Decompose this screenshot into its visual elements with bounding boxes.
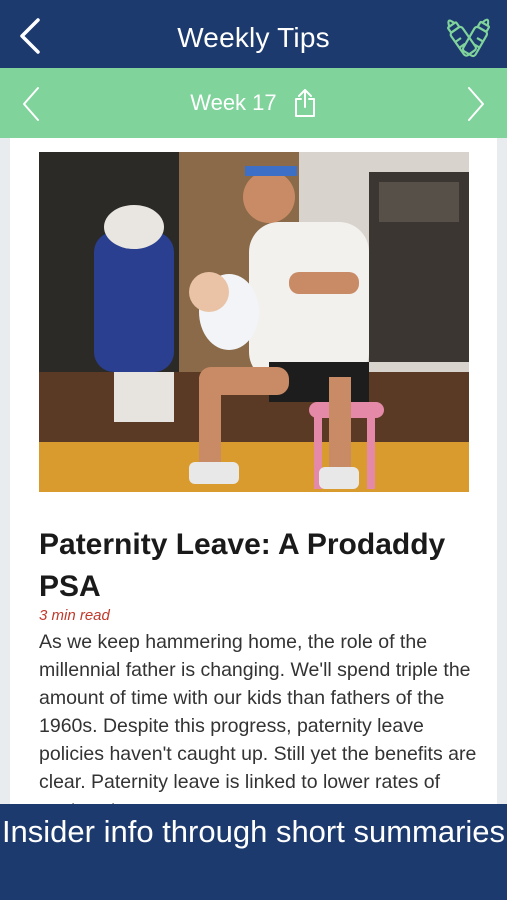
top-bar: Weekly Tips (0, 0, 507, 68)
article-photo (39, 152, 469, 492)
week-navigation-bar: Week 17 (0, 68, 507, 138)
read-time-label: 3 min read (39, 607, 110, 624)
next-week-chevron-icon[interactable] (463, 84, 489, 124)
week-label: Week 17 (190, 90, 277, 115)
promo-caption-banner: Insider info through short summaries (0, 804, 507, 900)
baby-bottles-icon[interactable] (441, 8, 495, 62)
page-title: Weekly Tips (177, 22, 330, 53)
article-title: Paternity Leave: A Prodaddy PSA (39, 528, 446, 603)
share-icon[interactable] (293, 88, 317, 118)
article-body: As we keep hammering home, the role of t… (39, 631, 477, 821)
week-label-group: Week 17 (0, 88, 507, 118)
article-card: Paternity Leave: A Prodaddy PSA 3 min re… (10, 138, 497, 821)
